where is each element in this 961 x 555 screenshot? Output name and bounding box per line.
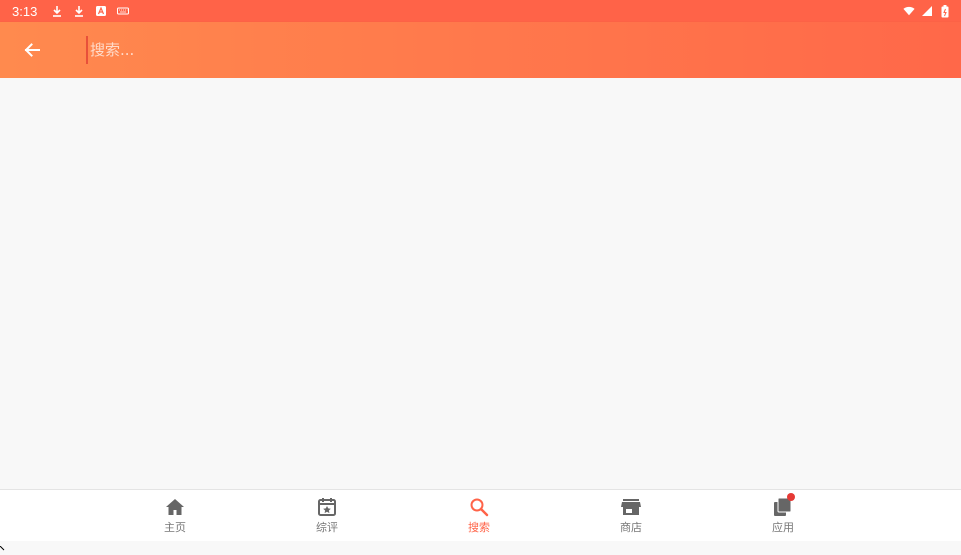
- calendar-star-icon: [317, 497, 337, 517]
- nav-label: 主页: [164, 521, 186, 534]
- search-input[interactable]: [86, 36, 910, 64]
- search-results-area: [0, 78, 961, 489]
- home-icon: [165, 497, 185, 517]
- store-icon: [621, 497, 641, 517]
- status-left: 3:13: [12, 3, 130, 19]
- status-time: 3:13: [12, 3, 38, 19]
- notification-badge: [787, 493, 795, 501]
- download-icon: [73, 5, 85, 17]
- corner-mark: [0, 536, 6, 551]
- font-a-icon: [95, 5, 107, 17]
- nav-label: 商店: [620, 521, 642, 534]
- nav-item-search[interactable]: 搜索: [419, 490, 539, 542]
- back-button[interactable]: [20, 38, 44, 62]
- keyboard-icon: [117, 5, 130, 17]
- apps-copy-icon: [773, 493, 795, 517]
- nav-item-review[interactable]: 综评: [267, 490, 387, 542]
- wifi-icon: [903, 5, 915, 17]
- status-right: [903, 4, 951, 17]
- signal-icon: [921, 5, 933, 17]
- download-icon: [51, 5, 63, 17]
- nav-label: 应用: [772, 521, 794, 534]
- nav-item-apps[interactable]: 应用: [723, 490, 843, 542]
- arrow-left-icon: [23, 41, 41, 59]
- status-bar: 3:13: [0, 0, 961, 22]
- app-bar: [0, 22, 961, 78]
- search-icon: [469, 497, 489, 517]
- bottom-navigation: 主页 综评 搜索 商店 应用: [0, 489, 961, 541]
- nav-item-home[interactable]: 主页: [115, 490, 235, 542]
- nav-item-store[interactable]: 商店: [571, 490, 691, 542]
- nav-label: 搜索: [468, 521, 490, 534]
- nav-label: 综评: [316, 521, 338, 534]
- battery-icon: [939, 4, 951, 17]
